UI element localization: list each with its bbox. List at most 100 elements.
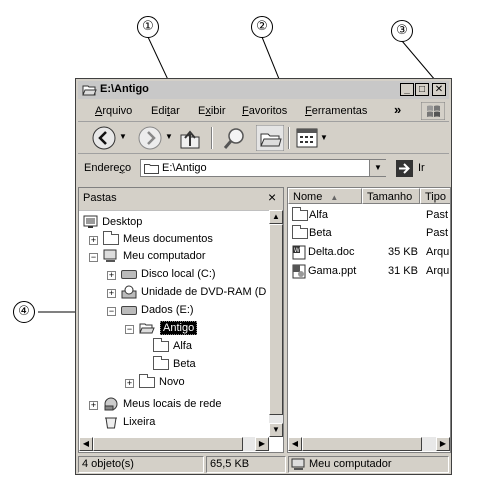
scroll-down-button[interactable]: ▼	[269, 423, 283, 437]
scroll-right-button[interactable]: ▶	[436, 437, 450, 451]
tree-item-meus-locais-de-rede[interactable]: Meus locais de rede	[103, 396, 221, 413]
views-icon[interactable]	[296, 128, 318, 148]
tree-item-meu-computador[interactable]: Meu computador	[103, 248, 206, 265]
network-icon	[104, 397, 118, 411]
tree-item-label: Beta	[173, 358, 196, 370]
menu-exibir[interactable]: Exibir	[198, 105, 226, 117]
tree-item-antigo[interactable]: Antigo	[139, 320, 198, 337]
tree-item-alfa[interactable]: Alfa	[153, 337, 192, 355]
tree-horizontal-scrollbar[interactable]: ◀ ▶	[79, 437, 269, 451]
tree-item-beta[interactable]: Beta	[153, 355, 196, 373]
folder-icon	[292, 224, 308, 239]
tree-item-label: Meus locais de rede	[123, 398, 222, 410]
folder-open-icon	[139, 323, 155, 334]
collapse-toggle[interactable]: −	[125, 325, 134, 334]
tree-item-label: Dados (E:)	[141, 304, 194, 316]
folder-open-icon	[82, 85, 97, 96]
file-row-beta[interactable]: Beta Past	[292, 224, 450, 242]
maximize-button[interactable]: □	[415, 83, 429, 96]
menu-editar[interactable]: Editar	[151, 105, 180, 117]
status-bar: 4 objeto(s) 65,5 KB Meu computador	[78, 456, 449, 474]
scroll-left-button[interactable]: ◀	[79, 437, 93, 451]
tree-item-desktop[interactable]: Desktop	[83, 214, 142, 231]
menu-favoritos[interactable]: Favoritos	[242, 105, 287, 117]
scroll-thumb[interactable]	[269, 224, 283, 415]
menu-overflow-chevron[interactable]: »	[394, 102, 401, 117]
column-header-tipo[interactable]: Tipo	[420, 188, 450, 204]
expand-toggle[interactable]: +	[125, 379, 134, 388]
expand-toggle[interactable]: +	[107, 271, 116, 280]
status-object-count: 4 objeto(s)	[78, 456, 204, 473]
tree-item-label: Lixeira	[123, 416, 156, 428]
tree-item-meus-documentos[interactable]: Meus documentos	[103, 230, 213, 248]
go-arrow-icon[interactable]	[396, 160, 413, 177]
address-dropdown-button[interactable]: ▼	[369, 160, 386, 176]
drive-icon	[121, 305, 137, 315]
scroll-thumb[interactable]	[302, 437, 422, 451]
expand-toggle[interactable]: +	[89, 236, 98, 245]
search-icon[interactable]	[222, 126, 248, 150]
column-header-nome[interactable]: Nome ▲	[288, 188, 362, 204]
forward-dropdown-icon[interactable]: ▼	[165, 132, 173, 141]
tree-item-lixeira[interactable]: Lixeira	[103, 414, 155, 431]
tree-item-dvd-ram[interactable]: Unidade de DVD-RAM (D	[121, 284, 266, 301]
folder-icon	[292, 206, 308, 221]
scroll-up-button[interactable]: ▲	[269, 210, 283, 224]
up-folder-icon[interactable]	[179, 126, 201, 150]
window-title: E:\Antigo	[100, 83, 149, 95]
file-type: Past	[426, 227, 449, 239]
file-name: Gama.ppt	[308, 265, 357, 277]
tree-item-novo[interactable]: Novo	[139, 373, 185, 391]
collapse-toggle[interactable]: −	[89, 253, 98, 262]
file-type: Arqu	[426, 246, 450, 258]
tree-item-dados-e[interactable]: Dados (E:)	[121, 302, 194, 319]
file-type: Arqu	[426, 265, 450, 277]
scroll-right-button[interactable]: ▶	[255, 437, 269, 451]
folders-pane-title: Pastas	[83, 192, 117, 204]
address-value: E:\Antigo	[162, 162, 207, 174]
folder-icon	[139, 373, 155, 388]
tree-vertical-scrollbar[interactable]: ▲ ▼	[269, 210, 283, 437]
tree-item-disco-local[interactable]: Disco local (C:)	[121, 266, 216, 283]
folder-icon	[144, 164, 159, 174]
files-horizontal-scrollbar[interactable]: ◀ ▶	[288, 437, 450, 451]
folder-icon	[153, 355, 169, 370]
title-bar[interactable]: E:\Antigo _ □ ✕	[78, 81, 449, 99]
address-input[interactable]: E:\Antigo ▼	[140, 159, 386, 177]
minimize-button[interactable]: _	[400, 83, 414, 96]
file-name: Alfa	[309, 209, 328, 221]
file-size: 35 KB	[388, 246, 418, 258]
forward-arrow-icon[interactable]	[138, 126, 162, 150]
expand-toggle[interactable]: +	[107, 289, 116, 298]
menu-ferramentas[interactable]: Ferramentas	[305, 105, 367, 117]
tree-item-label: Unidade de DVD-RAM (D	[141, 286, 267, 298]
file-type: Past	[426, 209, 449, 221]
file-row-delta[interactable]: W Delta.doc 35 KB Arqu	[292, 244, 450, 261]
menu-arquivo[interactable]: Arquivo	[95, 105, 132, 117]
address-label: Endereço	[84, 162, 132, 174]
status-size: 65,5 KB	[206, 456, 286, 473]
tree-item-label: Alfa	[173, 340, 192, 352]
explorer-window: E:\Antigo _ □ ✕ Arquivo Editar Exibir Fa…	[75, 78, 452, 475]
folders-pane-close-button[interactable]: ×	[268, 189, 276, 205]
go-button-label[interactable]: Ir	[418, 162, 425, 174]
back-dropdown-icon[interactable]: ▼	[119, 132, 127, 141]
folders-icon[interactable]	[256, 125, 284, 151]
back-arrow-icon[interactable]	[92, 126, 116, 150]
sort-ascending-icon: ▲	[330, 193, 339, 202]
expand-toggle[interactable]: +	[89, 401, 98, 410]
tree-item-label: Novo	[159, 376, 185, 388]
callout-2: ②	[251, 16, 273, 38]
svg-text:W: W	[294, 248, 300, 254]
views-dropdown-icon[interactable]: ▼	[320, 133, 328, 142]
tree-item-label: Meu computador	[123, 250, 206, 262]
collapse-toggle[interactable]: −	[107, 307, 116, 316]
close-button[interactable]: ✕	[432, 83, 446, 96]
file-size: 31 KB	[388, 265, 418, 277]
column-header-tamanho[interactable]: Tamanho	[362, 188, 420, 204]
scroll-thumb[interactable]	[93, 437, 243, 451]
scroll-left-button[interactable]: ◀	[288, 437, 302, 451]
word-doc-icon: W	[292, 245, 306, 260]
file-row-gama[interactable]: Gama.ppt 31 KB Arqu	[292, 263, 450, 280]
file-row-alfa[interactable]: Alfa Past	[292, 206, 450, 224]
